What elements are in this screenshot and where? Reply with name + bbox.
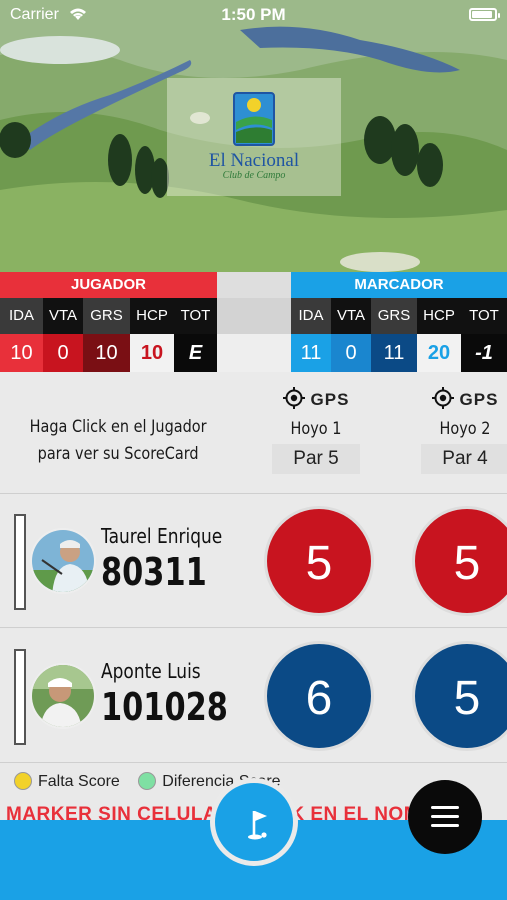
marcador-label-vta: VTA bbox=[331, 298, 371, 334]
club-name: El Nacional bbox=[208, 150, 300, 171]
golf-flag-icon bbox=[248, 811, 267, 840]
club-logo: El Nacional Club de Campo bbox=[167, 78, 341, 196]
avatar bbox=[30, 663, 96, 729]
jugador-grs: 10 bbox=[83, 334, 130, 372]
marcador-label-hcp: HCP bbox=[417, 298, 461, 334]
score-hole-2[interactable]: 5 bbox=[412, 641, 507, 751]
score-hole-2[interactable]: 5 bbox=[412, 506, 507, 616]
player-row[interactable]: Aponte Luis 101028 6 5 bbox=[0, 629, 507, 763]
clock: 1:50 PM bbox=[221, 5, 286, 24]
marcador-ida: 11 bbox=[291, 334, 331, 372]
marcador-grs: 11 bbox=[371, 334, 417, 372]
hamburger-menu-icon bbox=[431, 806, 459, 809]
marcador-label-ida: IDA bbox=[291, 298, 331, 334]
gps-button-hole-2[interactable]: GPS bbox=[415, 386, 507, 414]
jugador-summary[interactable]: JUGADOR IDA VTA GRS HCP TOT 10 0 10 10 E bbox=[0, 272, 217, 372]
crosshair-icon bbox=[431, 387, 454, 409]
score-hole-1[interactable]: 6 bbox=[264, 641, 374, 751]
legend-missing-score: Falta Score bbox=[14, 772, 120, 791]
golf-button[interactable] bbox=[210, 778, 298, 866]
club-emblem-icon bbox=[233, 92, 275, 146]
player-id: 80311 bbox=[101, 550, 207, 594]
jugador-label-grs: GRS bbox=[83, 298, 130, 334]
scorecard-hint: Haga Click en el Jugador para ver su Sco… bbox=[29, 417, 207, 464]
jugador-ida: 10 bbox=[0, 334, 43, 372]
hole-1-par: Par 5 bbox=[272, 444, 360, 474]
marcador-summary[interactable]: MARCADOR IDA VTA GRS HCP TOT 11 0 11 20 … bbox=[291, 272, 507, 372]
table-spacer bbox=[217, 272, 291, 372]
hole-1-label: Hoyo 1 bbox=[290, 419, 342, 439]
green-dot-icon bbox=[138, 772, 157, 790]
score-hole-1[interactable]: 5 bbox=[264, 506, 374, 616]
marcador-hcp: 20 bbox=[417, 334, 461, 372]
battery-icon bbox=[469, 8, 500, 21]
gps-button-hole-1[interactable]: GPS bbox=[266, 386, 366, 414]
marcador-vta: 0 bbox=[331, 334, 371, 372]
jugador-label-hcp: HCP bbox=[130, 298, 174, 334]
hole-2-par: Par 4 bbox=[421, 444, 507, 474]
player-name: Aponte Luis bbox=[101, 659, 201, 683]
player-status-bar bbox=[14, 514, 26, 610]
status-bar: Carrier 1:50 PM bbox=[0, 0, 507, 30]
player-status-bar bbox=[14, 649, 26, 745]
jugador-header: JUGADOR bbox=[0, 272, 217, 298]
jugador-tot: E bbox=[174, 334, 217, 372]
marcador-label-grs: GRS bbox=[371, 298, 417, 334]
player-id: 101028 bbox=[101, 685, 228, 729]
jugador-label-ida: IDA bbox=[0, 298, 43, 334]
holes-header: Haga Click en el Jugador para ver su Sco… bbox=[0, 372, 507, 494]
avatar bbox=[30, 528, 96, 594]
menu-button[interactable] bbox=[408, 780, 482, 854]
player-row[interactable]: Taurel Enrique 80311 5 5 bbox=[0, 494, 507, 628]
hole-1-column: GPS Hoyo 1 Par 5 bbox=[266, 386, 366, 474]
player-name: Taurel Enrique bbox=[101, 524, 223, 548]
jugador-label-tot: TOT bbox=[174, 298, 217, 334]
marcador-tot: -1 bbox=[461, 334, 507, 372]
jugador-vta: 0 bbox=[43, 334, 83, 372]
crosshair-icon bbox=[282, 387, 305, 409]
jugador-label-vta: VTA bbox=[43, 298, 83, 334]
app-screen: Carrier 1:50 PM El Nacional Club de Camp… bbox=[0, 0, 507, 900]
marcador-label-tot: TOT bbox=[461, 298, 507, 334]
marcador-header: MARCADOR bbox=[291, 272, 507, 298]
hole-2-column: GPS Hoyo 2 Par 4 bbox=[415, 386, 507, 474]
yellow-dot-icon bbox=[14, 772, 32, 790]
club-subtitle: Club de Campo bbox=[222, 170, 286, 181]
hole-2-label: Hoyo 2 bbox=[439, 419, 491, 439]
jugador-hcp: 10 bbox=[130, 334, 174, 372]
